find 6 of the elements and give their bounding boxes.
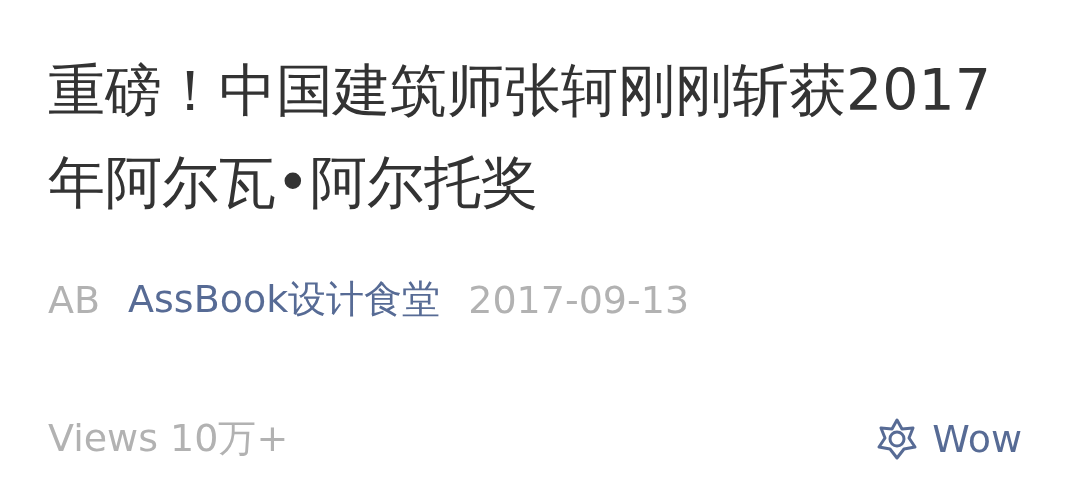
account-link[interactable]: AssBook设计食堂 — [128, 274, 441, 325]
publish-date: 2017-09-13 — [468, 277, 690, 322]
view-count: Views 10万+ — [48, 415, 289, 462]
author-name: AB — [48, 277, 101, 322]
wow-button[interactable]: Wow — [874, 415, 1022, 462]
article-title: 重磅！中国建筑师张轲刚刚斩获2017年阿尔瓦•阿尔托奖 — [48, 56, 993, 217]
